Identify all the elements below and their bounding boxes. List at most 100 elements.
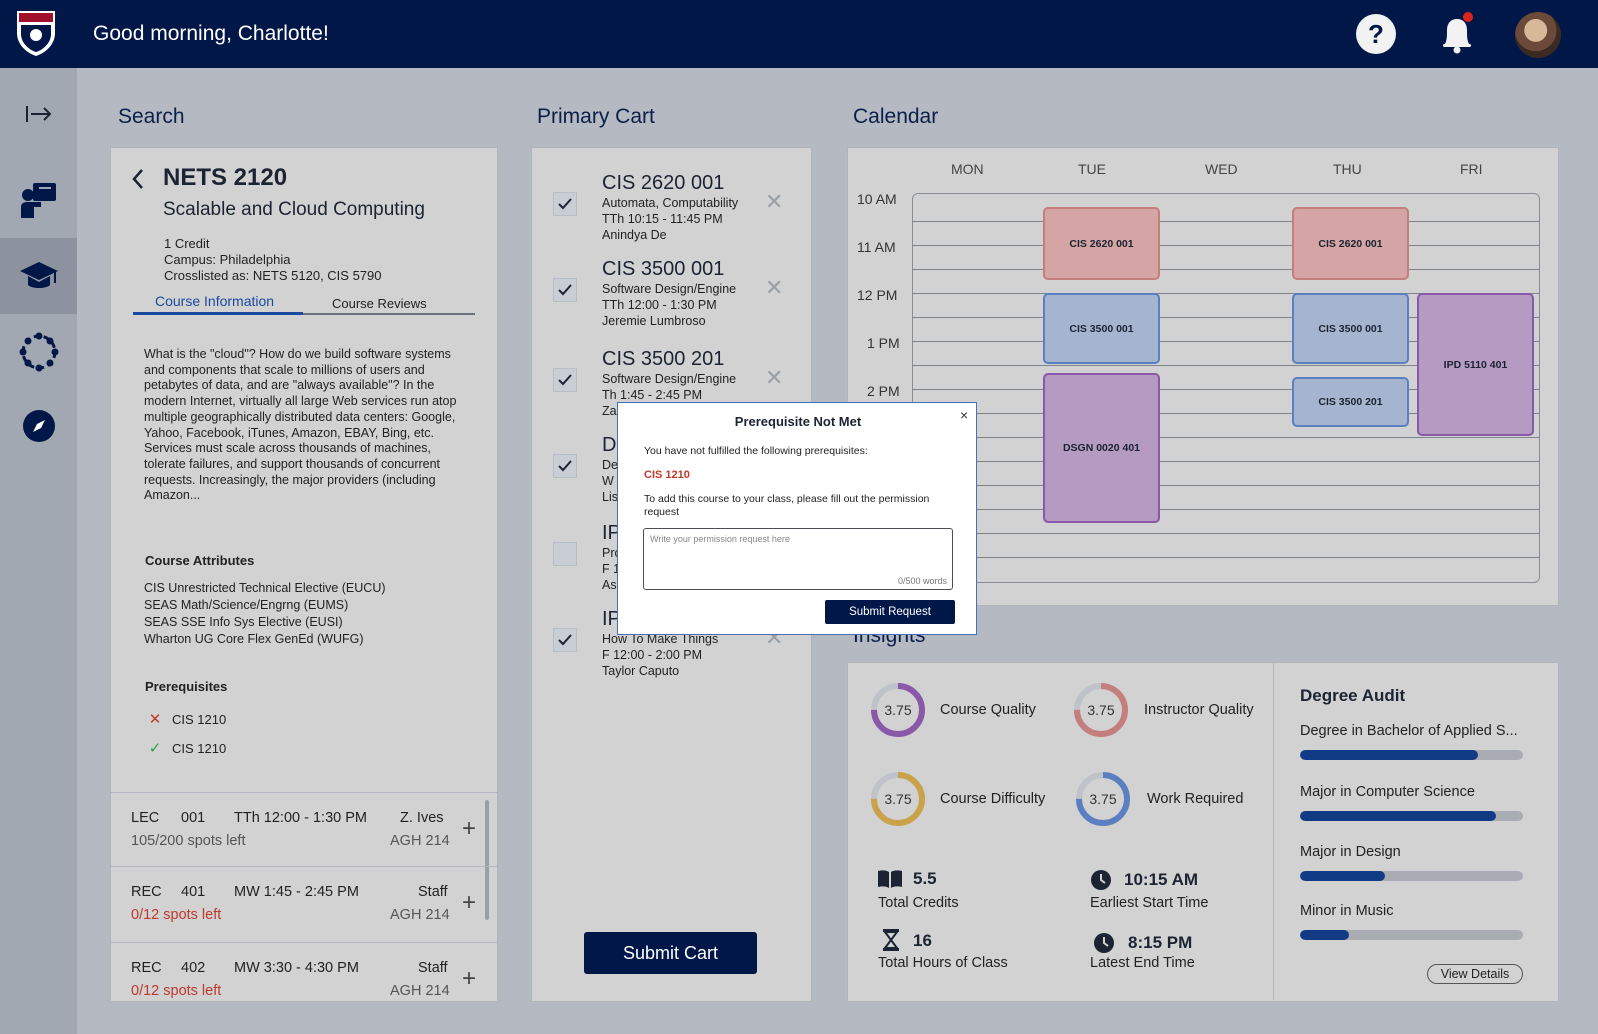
greeting-text: Good morning, Charlotte! (93, 22, 329, 45)
day-header: MON (951, 161, 984, 177)
prereq-code: CIS 1210 (172, 711, 227, 727)
add-section-button[interactable]: + (462, 889, 476, 917)
check-icon (558, 198, 572, 210)
cart-course-name: Software Design/Engine (602, 372, 737, 386)
calendar-gridline (912, 269, 1540, 270)
tab-course-information[interactable]: Course Information (155, 293, 274, 309)
remove-item-icon[interactable]: ✕ (765, 365, 783, 391)
cart-item-checkbox[interactable] (553, 278, 577, 302)
submit-request-button[interactable]: Submit Request (825, 600, 955, 624)
close-icon[interactable]: × (960, 407, 968, 423)
cart-instructor: Jeremie Lumbroso (602, 314, 706, 328)
clock-icon (1091, 870, 1111, 890)
sidebar-item-explore[interactable] (0, 388, 77, 464)
modal-instructions: To add this course to your class, please… (644, 493, 930, 518)
cart-course-name: Software Design/Engine (602, 282, 737, 296)
sections-scrollbar[interactable] (485, 800, 489, 920)
course-quality-ring: 3.75 (869, 681, 927, 739)
notification-bell-icon[interactable] (1437, 12, 1477, 56)
sidebar-item-network[interactable] (0, 314, 77, 390)
day-header: WED (1205, 161, 1238, 177)
section-number: 401 (181, 884, 206, 900)
audit-progress-bar (1300, 930, 1523, 940)
book-icon (878, 870, 902, 888)
cart-item-checkbox[interactable] (553, 542, 577, 566)
ring-value: 3.75 (884, 702, 912, 718)
cart-item-checkbox[interactable] (553, 192, 577, 216)
section-number: 402 (181, 960, 206, 976)
remove-item-icon[interactable]: ✕ (765, 275, 783, 301)
audit-progress-fill (1300, 750, 1479, 760)
section-instructor: Z. Ives (400, 810, 444, 826)
section-spots: 0/12 spots left (131, 983, 222, 999)
instructor-quality-ring: 3.75 (1072, 681, 1130, 739)
sidebar-item-expand[interactable] (0, 76, 77, 152)
remove-item-icon[interactable]: ✕ (765, 189, 783, 215)
section-spots: 0/12 spots left (131, 907, 222, 923)
permission-request-input[interactable]: Write your permission request here 0/500… (643, 528, 953, 590)
audit-label: Degree in Bachelor of Applied S... (1300, 723, 1518, 739)
add-section-button[interactable]: + (462, 965, 476, 993)
tab-course-reviews[interactable]: Course Reviews (332, 296, 427, 311)
calendar-event[interactable]: DSGN 0020 401 (1043, 373, 1160, 523)
cart-instructor: Lis (602, 490, 618, 504)
prerequisites-title: Prerequisites (145, 679, 228, 694)
calendar-event[interactable]: CIS 3500 001 (1292, 293, 1409, 364)
audit-progress-fill (1300, 930, 1350, 940)
calendar-event[interactable]: IPD 5110 401 (1417, 293, 1534, 436)
cart-course-code: CIS 3500 001 (602, 258, 725, 280)
search-section-title: Search (118, 105, 185, 128)
ring-value: 3.75 (1089, 791, 1117, 807)
attribute-item: CIS Unrestricted Technical Elective (EUC… (144, 581, 386, 595)
network-circle-icon (19, 332, 58, 372)
add-section-button[interactable]: + (462, 815, 476, 843)
prereq-item: ✓ CIS 1210 (146, 739, 227, 757)
missing-prereq-code: CIS 1210 (644, 469, 690, 481)
divider (111, 792, 497, 793)
rating-label: Course Difficulty (940, 791, 1046, 807)
cart-course-time: TTh 10:15 - 11:45 PM (602, 212, 723, 226)
sidebar-item-courses[interactable] (0, 238, 77, 314)
audit-progress-bar (1300, 811, 1523, 821)
calendar-event[interactable]: CIS 2620 001 (1043, 207, 1160, 280)
course-credit: 1 Credit (164, 236, 210, 251)
help-button[interactable]: ? (1356, 14, 1396, 54)
rating-label: Work Required (1147, 791, 1244, 807)
clock-icon (1094, 933, 1114, 953)
calendar-event[interactable]: CIS 2620 001 (1292, 207, 1409, 280)
stat-label: Total Hours of Class (878, 955, 1008, 971)
divider (111, 942, 497, 943)
degree-audit-title: Degree Audit (1300, 686, 1406, 705)
user-avatar[interactable] (1515, 12, 1561, 58)
stat-value: 8:15 PM (1128, 933, 1193, 952)
calendar-event[interactable]: CIS 3500 001 (1043, 293, 1160, 364)
time-label: 10 AM (857, 191, 897, 207)
ring-value: 3.75 (884, 791, 912, 807)
modal-message: You have not fulfilled the following pre… (644, 445, 868, 457)
back-chevron-icon[interactable] (131, 168, 145, 190)
cart-item-checkbox[interactable] (553, 454, 577, 478)
ring-value: 3.75 (1087, 702, 1115, 718)
cart-item-checkbox[interactable] (553, 368, 577, 392)
audit-label: Major in Computer Science (1300, 784, 1475, 800)
submit-cart-button[interactable]: Submit Cart (584, 932, 757, 974)
cart-item-checkbox[interactable] (553, 628, 577, 652)
prerequisite-modal: Prerequisite Not Met × You have not fulf… (617, 402, 977, 635)
stat-label: Total Credits (878, 895, 959, 911)
section-room: AGH 214 (390, 833, 450, 849)
cart-course-code: D (602, 434, 617, 456)
check-icon (558, 374, 572, 386)
view-details-button[interactable]: View Details (1427, 964, 1523, 984)
calendar-gridline (912, 437, 1540, 438)
calendar-gridline (912, 509, 1540, 510)
cart-instructor: Za (602, 404, 617, 418)
sidebar-item-advising[interactable] (0, 162, 77, 238)
calendar-event[interactable]: CIS 3500 201 (1292, 377, 1409, 427)
hourglass-icon (883, 929, 899, 951)
calendar-gridline (912, 461, 1540, 462)
cart-course-code: CIS 2620 001 (602, 172, 725, 194)
university-shield-logo[interactable] (15, 9, 57, 57)
check-icon (558, 284, 572, 296)
calendar-gridline (912, 245, 1540, 246)
course-difficulty-ring: 3.75 (869, 770, 927, 828)
